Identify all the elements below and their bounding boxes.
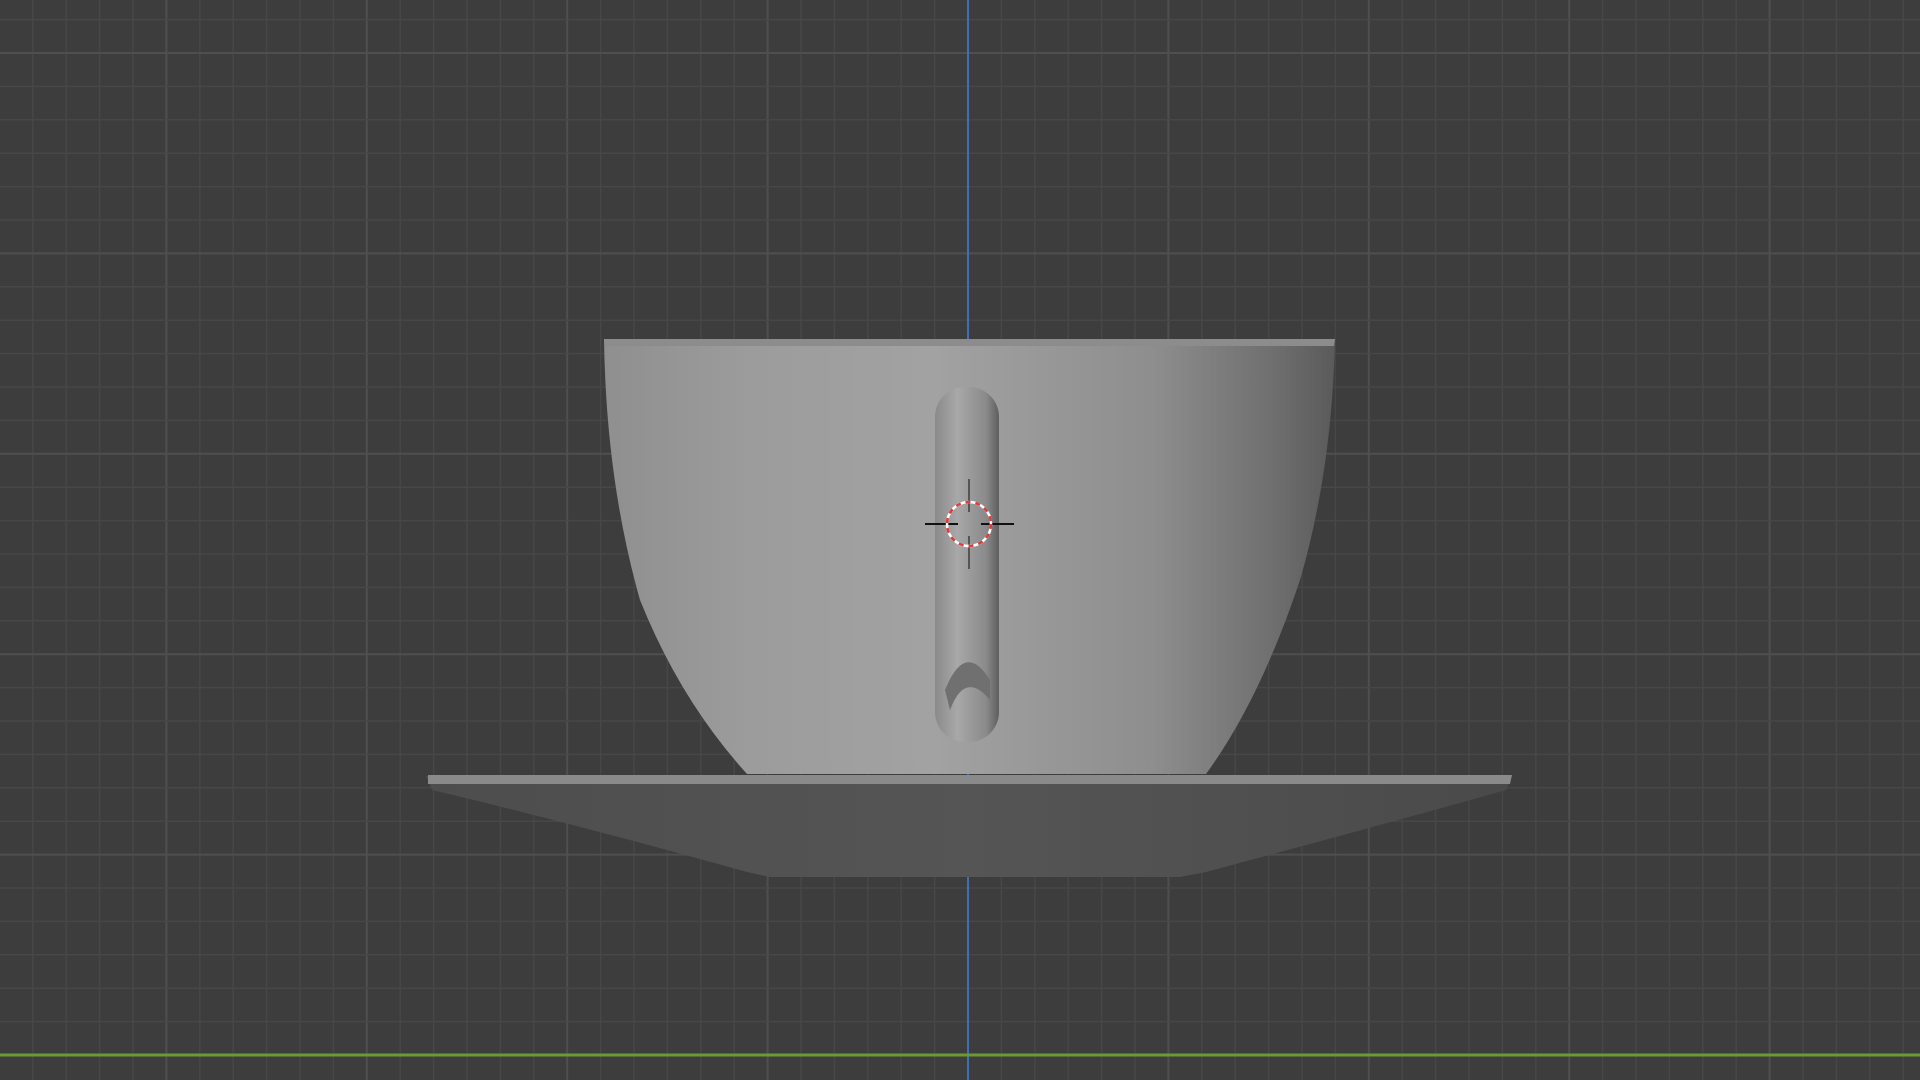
cup-handle <box>935 387 999 742</box>
saucer[interactable] <box>426 775 1512 877</box>
3d-viewport[interactable] <box>0 0 1920 1080</box>
viewport-canvas[interactable] <box>0 0 1920 1080</box>
